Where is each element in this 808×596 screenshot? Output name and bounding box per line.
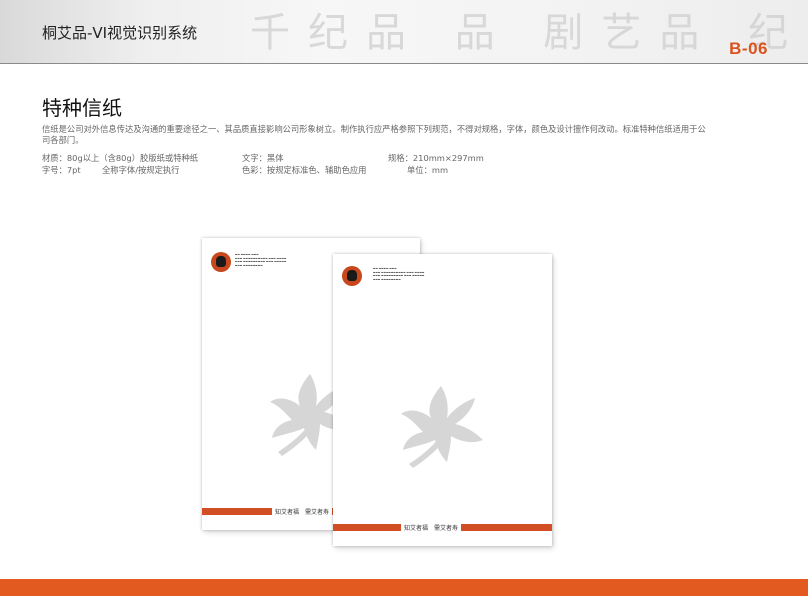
page-heading: 特种信纸 xyxy=(42,96,122,120)
footer-slogan: 知艾者福 需艾者寿 xyxy=(272,507,333,516)
brand-title: 桐艾品-VI视觉识别系统 xyxy=(42,24,198,42)
letterhead-sheet-front: ▬▬ ▬▬▬▬ ▬▬▬ ▬▬▬ ▬▬▬▬▬▬▬▬▬▬ ▬▬▬ ▬▬▬▬ ▬▬▬ … xyxy=(333,254,552,546)
header-divider xyxy=(0,63,808,64)
page-code: B-06 xyxy=(729,39,768,58)
calligraphy-background: 千纪品 品 剧艺品 纪品 xyxy=(250,10,808,56)
description-text: 信纸是公司对外信息传达及沟通的重要途径之一、其品质直接影响公司形象树立。制作执行… xyxy=(42,124,706,145)
spec-size: 规格：210mm×297mm xyxy=(388,153,484,163)
company-logo xyxy=(342,266,362,286)
spec-font-rule: 全称字体/按规定执行 xyxy=(102,165,180,175)
company-logo xyxy=(211,252,231,272)
address-block: ▬▬ ▬▬▬▬ ▬▬▬ ▬▬▬ ▬▬▬▬▬▬▬▬▬▬ ▬▬▬ ▬▬▬▬ ▬▬▬ … xyxy=(373,267,425,282)
spec-material: 材质：80g以上（含80g）胶版纸或特种纸 xyxy=(42,153,199,163)
spec-font: 文字：黑体 xyxy=(242,153,284,163)
spec-color: 色彩：按规定标准色、辅助色应用 xyxy=(242,165,367,175)
spec-font-size: 字号：7pt xyxy=(42,165,81,175)
footer-slogan: 知艾者福 需艾者寿 xyxy=(401,523,462,532)
leaf-watermark-icon xyxy=(401,386,483,468)
bottom-accent-bar xyxy=(0,579,808,596)
address-block: ▬▬ ▬▬▬▬ ▬▬▬ ▬▬▬ ▬▬▬▬▬▬▬▬▬▬ ▬▬▬ ▬▬▬▬ ▬▬▬ … xyxy=(235,253,287,268)
spec-unit: 单位：mm xyxy=(407,165,449,175)
